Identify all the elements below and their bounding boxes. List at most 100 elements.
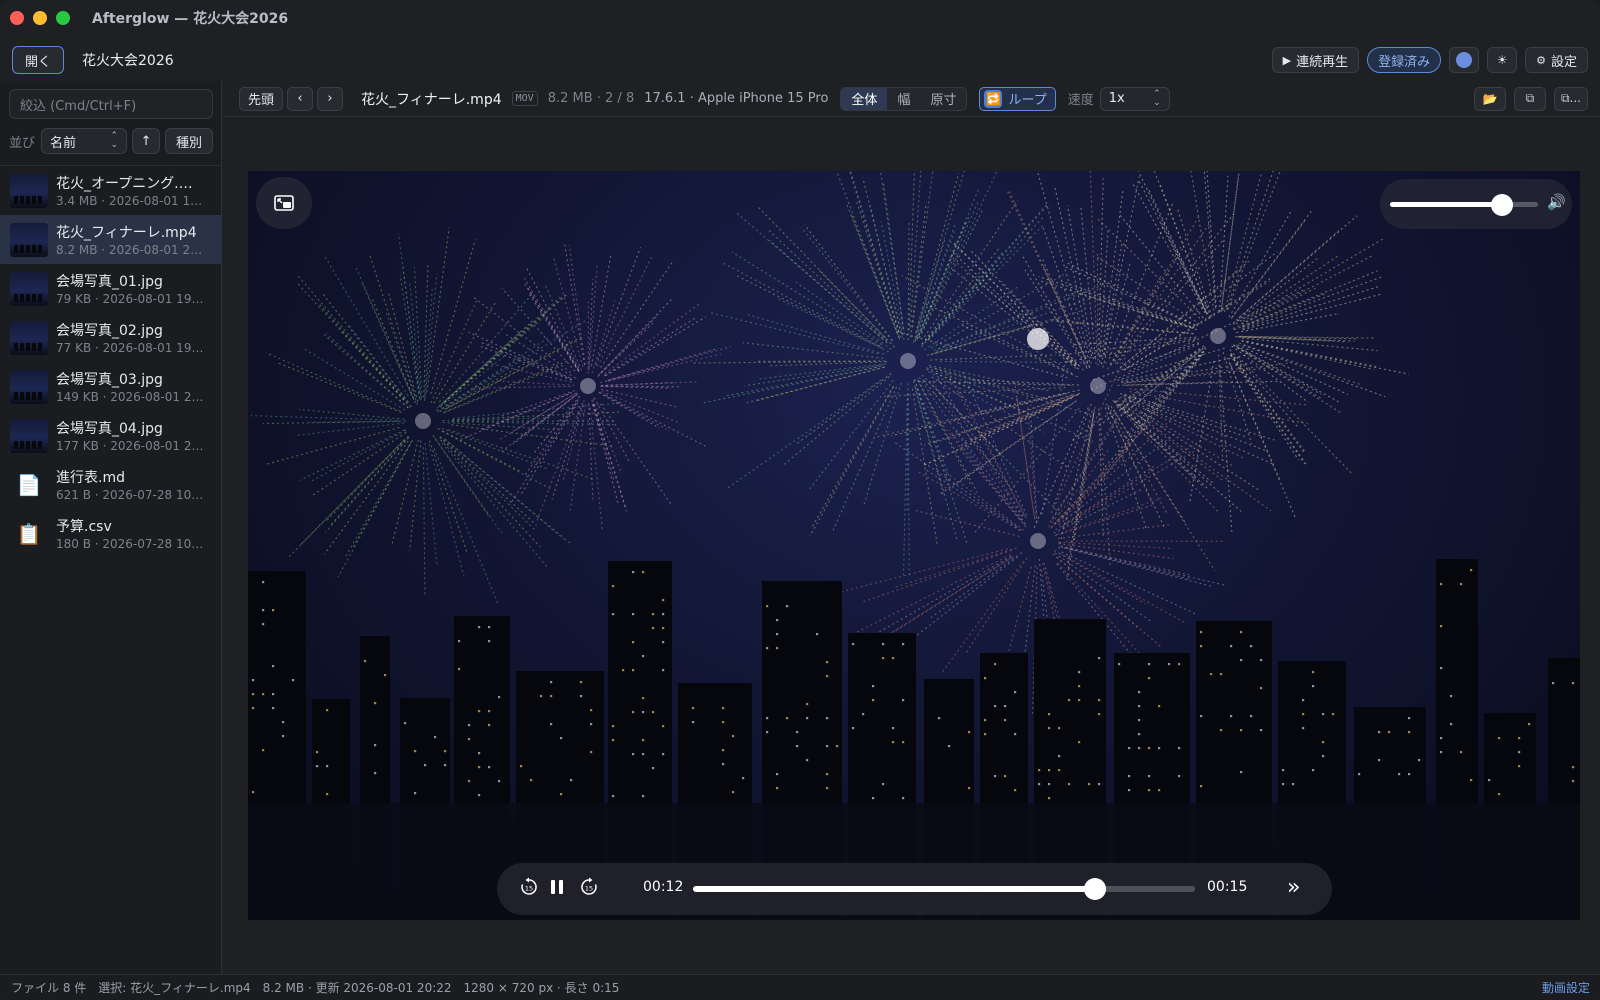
file-name: 会場写真_04.jpg — [56, 421, 163, 437]
prev-button[interactable]: ‹ — [287, 86, 314, 111]
dimensions-info: 1280 × 720 px · 長さ 0:15 — [463, 981, 620, 995]
video-player[interactable]: 🔊 15 15 00:12 00:15 » — [248, 171, 1580, 920]
pause-button[interactable] — [549, 878, 565, 900]
toolbar-actions: 📂 ⧉ ⧉... — [1473, 86, 1600, 111]
file-name: 会場写真_01.jpg — [56, 274, 163, 290]
forward-15-button[interactable]: 15 — [579, 877, 599, 901]
sort-row: 並び 名前 ⌃ ⌄ ↑ 種別 — [9, 128, 215, 154]
project-title: 花火大会2026 — [82, 53, 174, 69]
chevron-updown-icon: ⌃ ⌄ — [1153, 88, 1161, 108]
current-time: 00:12 — [643, 879, 684, 895]
volume-control: 🔊 — [1380, 179, 1572, 229]
seek-bar[interactable] — [693, 878, 1195, 900]
file-list-item[interactable]: 花火_フィナーレ.mp4 8.2 MB · 2026-08-01 20:22 — [0, 215, 222, 264]
copy-icon: ⧉ — [1525, 91, 1535, 105]
file-list-item[interactable]: 📋 予算.csv 180 B · 2026-07-28 10:55 — [0, 509, 222, 558]
chevron-left-icon: ‹ — [297, 91, 303, 106]
loop-label: ループ — [1008, 93, 1047, 108]
slideshow-label: 連続再生 — [1296, 54, 1349, 70]
file-name: 花火_オープニング.mp4 — [56, 176, 206, 192]
file-list-item[interactable]: 📄 進行表.md 621 B · 2026-07-28 10:41 — [0, 460, 222, 509]
first-button[interactable]: 先頭 — [239, 86, 284, 111]
file-meta: 進行表.md 621 B · 2026-07-28 10:41 — [56, 467, 206, 502]
file-meta: 会場写真_02.jpg 77 KB · 2026-08-01 19:18 — [56, 320, 206, 355]
sort-select[interactable]: 名前 ⌃ ⌄ — [41, 128, 128, 154]
file-details: 77 KB · 2026-08-01 19:18 — [56, 341, 206, 355]
volume-knob[interactable] — [1491, 194, 1514, 216]
rewind-seconds: 15 — [525, 885, 533, 893]
more-button[interactable]: ⧉... — [1553, 86, 1588, 111]
chevron-right-icon: › — [327, 91, 333, 106]
filter-input[interactable]: 絞込 (Cmd/Ctrl+F) — [9, 89, 213, 119]
forward-icon: 15 — [581, 877, 597, 895]
file-details: 79 KB · 2026-08-01 19:12 — [56, 292, 206, 306]
rewind-15-button[interactable]: 15 — [519, 877, 539, 901]
status-bar: ファイル 8 件 選択: 花火_フィナーレ.mp4 8.2 MB · 更新 20… — [0, 974, 1600, 1000]
playback-controls: 15 15 00:12 00:15 » — [497, 863, 1332, 915]
account-button[interactable] — [1449, 47, 1480, 73]
app-header: 開く 花火大会2026 ▶ 連続再生 登録済み ☀ ⚙ 設定 — [0, 40, 1600, 80]
registered-button[interactable]: 登録済み — [1367, 47, 1442, 73]
reveal-in-folder-button[interactable]: 📂 — [1473, 86, 1506, 111]
fit-option[interactable]: 原寸 — [920, 88, 966, 110]
file-count: ファイル 8 件 — [11, 981, 87, 995]
video-thumbnail — [10, 222, 48, 257]
picture-in-picture-button[interactable] — [256, 177, 312, 229]
speed-label: 速度 — [1067, 93, 1094, 108]
file-list-item[interactable]: 会場写真_04.jpg 177 KB · 2026-08-01 20:15 — [0, 411, 222, 460]
volume-slider[interactable] — [1390, 194, 1538, 216]
speed-select[interactable]: 1x ⌃ ⌄ — [1099, 86, 1170, 111]
device-info: 17.6.1 · Apple iPhone 15 Pro — [644, 91, 829, 106]
settings-button[interactable]: ⚙ 設定 — [1525, 47, 1588, 73]
file-list-item[interactable]: 会場写真_03.jpg 149 KB · 2026-08-01 20:03 — [0, 362, 222, 411]
seek-knob[interactable] — [1083, 878, 1106, 900]
chevron-updown-icon: ⌃ ⌄ — [110, 131, 119, 150]
speed-value: 1x — [1108, 91, 1125, 106]
speaker-icon[interactable]: 🔊 — [1547, 193, 1566, 211]
image-thumbnail — [10, 320, 48, 355]
file-list-item[interactable]: 会場写真_02.jpg 77 KB · 2026-08-01 19:18 — [0, 313, 222, 362]
file-meta: 会場写真_04.jpg 177 KB · 2026-08-01 20:15 — [56, 418, 206, 453]
pause-icon — [551, 880, 563, 894]
theme-toggle-button[interactable]: ☀ — [1487, 47, 1518, 73]
sort-direction-button[interactable]: ↑ — [132, 128, 161, 154]
loop-toggle[interactable]: 🔁 ループ — [979, 86, 1056, 111]
video-settings-link[interactable]: 動画設定 — [1542, 979, 1590, 996]
fit-mode-segmented: 全体幅原寸 — [840, 86, 968, 111]
file-list-item[interactable]: 会場写真_01.jpg 79 KB · 2026-08-01 19:12 — [0, 264, 222, 313]
open-button[interactable]: 開く — [12, 46, 65, 74]
window-controls — [10, 11, 70, 25]
file-name: 花火_フィナーレ.mp4 — [56, 225, 197, 241]
file-details: 8.2 MB · 2026-08-01 20:22 — [56, 243, 206, 257]
file-name: 会場写真_03.jpg — [56, 372, 163, 388]
file-details: 621 B · 2026-07-28 10:41 — [56, 488, 206, 502]
pip-icon — [274, 195, 294, 211]
file-size-position: 8.2 MB · 2 / 8 — [547, 91, 635, 106]
viewer-toolbar: 先頭 ‹ › 花火_フィナーレ.mp4 MOV 8.2 MB · 2 / 8 1… — [223, 81, 1600, 117]
volume-fill — [1390, 202, 1503, 207]
kind-filter-button[interactable]: 種別 — [165, 128, 214, 154]
fit-option[interactable]: 幅 — [887, 88, 920, 110]
duration: 00:15 — [1207, 879, 1248, 895]
current-file-name: 花火_フィナーレ.mp4 — [361, 91, 502, 108]
window-title: Afterglow — 花火大会2026 — [92, 11, 289, 27]
folder-icon: 📂 — [1482, 91, 1498, 106]
title-bar: Afterglow — 花火大会2026 — [0, 0, 1600, 36]
image-thumbnail — [10, 369, 48, 404]
minimize-window-button[interactable] — [33, 11, 47, 25]
zoom-window-button[interactable] — [56, 11, 70, 25]
image-thumbnail — [10, 418, 48, 453]
copy-button[interactable]: ⧉ — [1513, 86, 1546, 111]
file-list-item[interactable]: 花火_オープニング.mp4 3.4 MB · 2026-08-01 19:05 — [0, 166, 222, 215]
file-details: 149 KB · 2026-08-01 20:03 — [56, 390, 206, 404]
file-name: 会場写真_02.jpg — [56, 323, 163, 339]
size-updated-info: 8.2 MB · 更新 2026-08-01 20:22 — [262, 981, 452, 995]
skip-next-button[interactable]: » — [1287, 875, 1300, 900]
slideshow-button[interactable]: ▶ 連続再生 — [1271, 47, 1360, 73]
image-thumbnail — [10, 271, 48, 306]
close-window-button[interactable] — [10, 11, 24, 25]
file-meta: 花火_オープニング.mp4 3.4 MB · 2026-08-01 19:05 — [56, 173, 206, 208]
next-button[interactable]: › — [317, 86, 344, 111]
file-name: 進行表.md — [56, 470, 125, 486]
fit-option[interactable]: 全体 — [841, 87, 888, 110]
